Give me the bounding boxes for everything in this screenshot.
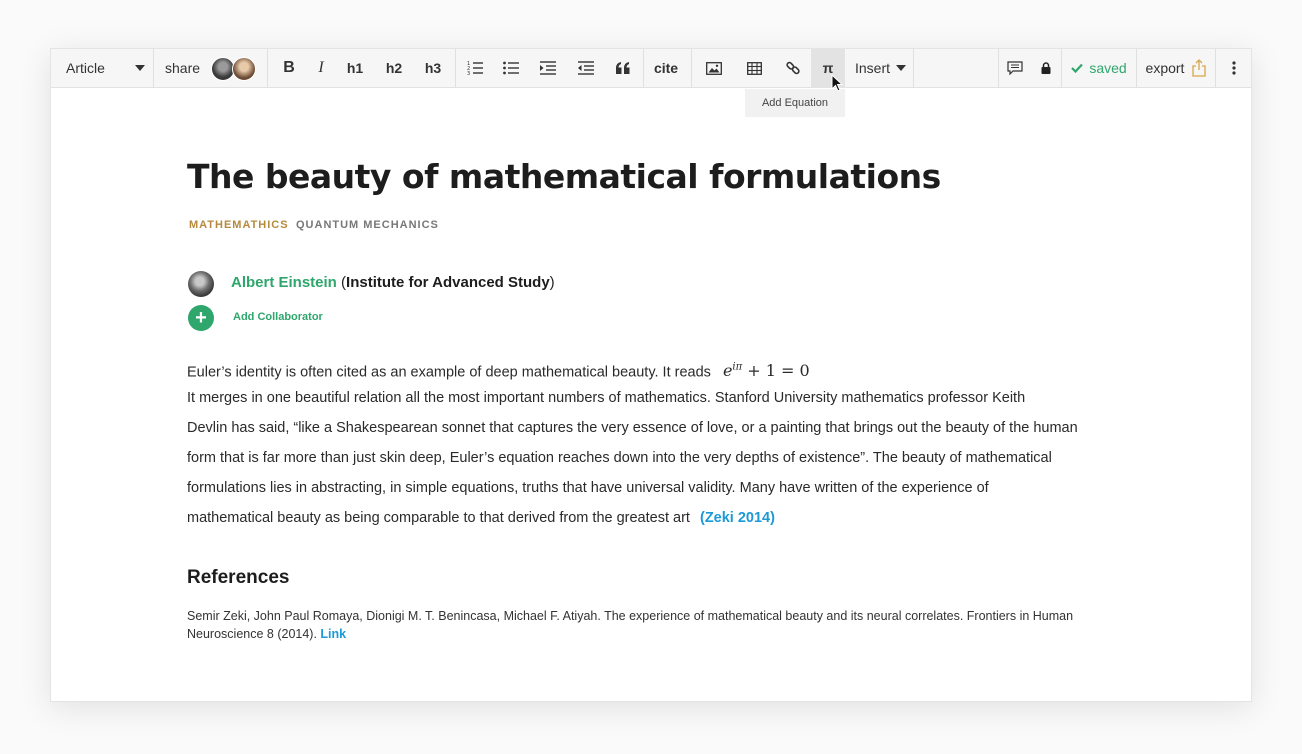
insert-table-button[interactable] xyxy=(735,49,773,87)
author-affiliation: Institute for Advanced Study xyxy=(346,274,550,291)
doc-type-label: Article xyxy=(66,60,105,76)
references-heading: References xyxy=(187,567,290,588)
tag-quantum-mechanics[interactable]: QUANTUM MECHANICS xyxy=(296,219,439,231)
reference-link[interactable]: Link xyxy=(320,627,346,641)
save-status: saved xyxy=(1062,49,1136,87)
export-button[interactable]: export xyxy=(1137,49,1215,87)
indent-icon xyxy=(540,61,556,75)
tag-mathematics[interactable]: MATHEMATHICS xyxy=(189,219,289,231)
author-avatar[interactable] xyxy=(188,271,214,297)
h3-button[interactable]: h3 xyxy=(415,49,451,87)
bold-button[interactable]: B xyxy=(273,49,305,87)
equation-tooltip: Add Equation xyxy=(745,89,845,117)
outdent-icon xyxy=(578,61,594,75)
blockquote-button[interactable] xyxy=(605,49,641,87)
comments-button[interactable] xyxy=(999,49,1031,87)
toolbar: Article share B I h1 h2 h3 123 cite π In… xyxy=(51,49,1251,88)
collaborator-avatar[interactable] xyxy=(232,57,256,81)
italic-label: I xyxy=(318,59,324,76)
italic-button[interactable]: I xyxy=(305,49,337,87)
paragraph-line: Devlin has said, “like a Shakespearean s… xyxy=(187,420,1078,436)
quote-icon xyxy=(616,62,630,74)
more-options-button[interactable] xyxy=(1216,49,1251,87)
outdent-button[interactable] xyxy=(567,49,605,87)
comment-icon xyxy=(1007,61,1023,75)
bold-label: B xyxy=(283,59,295,76)
paragraph-line: mathematical beauty as being comparable … xyxy=(187,503,1117,533)
paragraph-line: form that is far more than just skin dee… xyxy=(187,450,1052,466)
h3-label: h3 xyxy=(424,60,442,76)
cite-button[interactable]: cite xyxy=(643,49,689,87)
insert-label: Insert xyxy=(855,60,891,76)
editor-window: Article share B I h1 h2 h3 123 cite π In… xyxy=(50,48,1252,702)
author-line: Albert Einstein (Institute for Advanced … xyxy=(231,274,555,291)
lock-button[interactable] xyxy=(1031,49,1061,87)
add-collaborator-link[interactable]: Add Collaborator xyxy=(233,311,323,323)
ordered-list-button[interactable]: 123 xyxy=(457,49,493,87)
equation-rest: + 1 = 0 xyxy=(742,361,810,381)
insert-menu[interactable]: Insert xyxy=(847,49,913,87)
export-label: export xyxy=(1145,60,1185,76)
author-name[interactable]: Albert Einstein xyxy=(231,274,337,291)
bullet-list-button[interactable] xyxy=(493,49,529,87)
paragraph-line: It merges in one beautiful relation all … xyxy=(187,390,1026,406)
indent-button[interactable] xyxy=(529,49,567,87)
checkmark-icon xyxy=(1071,63,1084,73)
equation-base: e xyxy=(722,361,733,381)
article-title[interactable]: The beauty of mathematical formulations xyxy=(187,157,941,196)
saved-label: saved xyxy=(1089,60,1127,76)
image-icon xyxy=(706,61,722,75)
h1-label: h1 xyxy=(346,60,364,76)
body-paragraph[interactable]: Euler’s identity is often cited as an ex… xyxy=(187,353,1117,533)
bullet-list-icon xyxy=(503,61,519,75)
citation-link[interactable]: (Zeki 2014) xyxy=(700,510,775,526)
share-label: share xyxy=(165,60,201,76)
add-collaborator-button[interactable]: + xyxy=(188,305,214,331)
chevron-down-icon xyxy=(135,65,145,71)
share-export-icon xyxy=(1192,59,1207,77)
h2-button[interactable]: h2 xyxy=(376,49,412,87)
reference-item: Semir Zeki, John Paul Romaya, Dionigi M.… xyxy=(187,607,1127,643)
insert-image-button[interactable] xyxy=(695,49,733,87)
link-icon xyxy=(786,61,800,75)
h2-label: h2 xyxy=(385,60,403,76)
paragraph-line: formulations lies in abstracting, in sim… xyxy=(187,480,989,496)
tooltip-label: Add Equation xyxy=(761,97,829,109)
cite-label: cite xyxy=(653,60,679,76)
equation-exponent: iπ xyxy=(732,362,743,373)
lock-icon xyxy=(1041,62,1051,74)
h1-button[interactable]: h1 xyxy=(337,49,373,87)
plus-icon: + xyxy=(195,307,207,329)
ordered-list-icon: 123 xyxy=(467,61,483,75)
paragraph-text: mathematical beauty as being comparable … xyxy=(187,510,690,526)
paragraph-line: Euler’s identity is often cited as an ex… xyxy=(187,353,1117,383)
table-icon xyxy=(746,61,762,75)
chevron-down-icon xyxy=(896,65,907,71)
svg-text:3: 3 xyxy=(467,71,470,75)
doc-type-select[interactable]: Article xyxy=(51,49,153,87)
equation[interactable]: eiπ + 1 = 0 xyxy=(723,361,810,380)
mouse-cursor-icon xyxy=(831,74,844,92)
insert-link-button[interactable] xyxy=(775,49,811,87)
paragraph-text: Euler’s identity is often cited as an ex… xyxy=(187,364,711,381)
more-vertical-icon xyxy=(1231,61,1236,75)
